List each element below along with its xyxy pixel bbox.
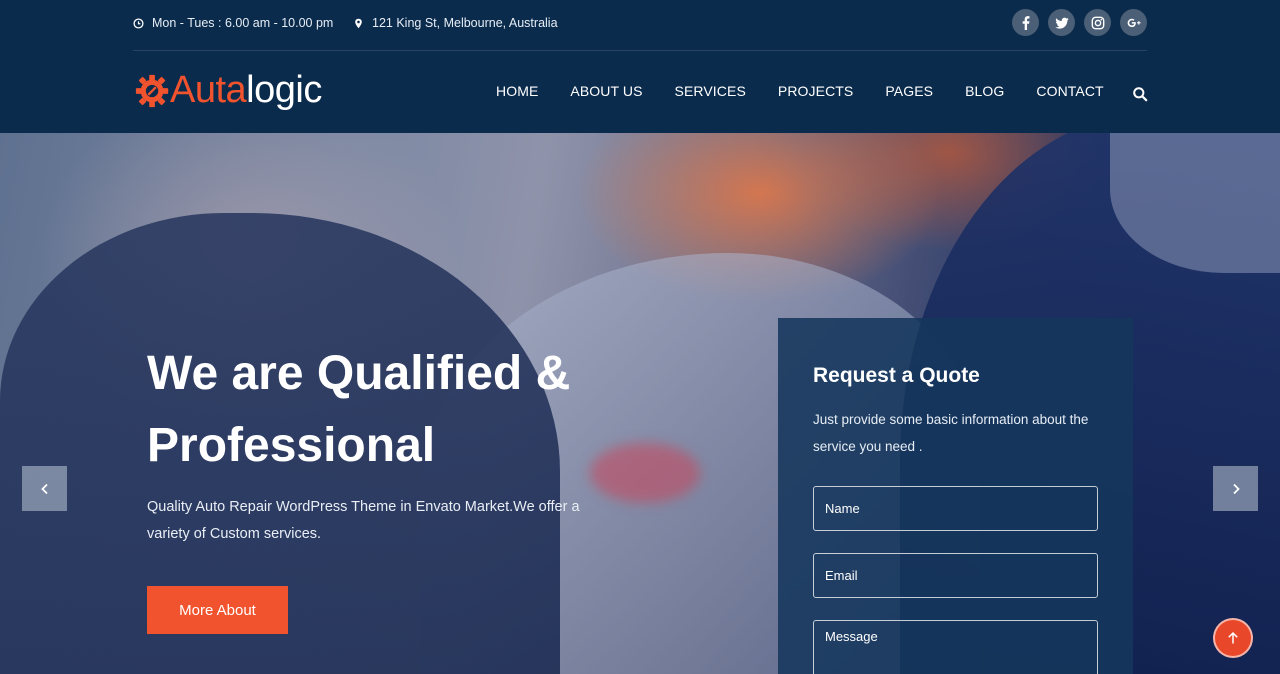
twitter-icon bbox=[1054, 17, 1069, 29]
facebook-link[interactable] bbox=[1012, 9, 1039, 36]
hero-subtitle: Quality Auto Repair WordPress Theme in E… bbox=[147, 499, 580, 542]
quote-description: Just provide some basic information abou… bbox=[813, 412, 1089, 454]
quote-title: Request a Quote bbox=[813, 364, 980, 387]
scroll-to-top-button[interactable] bbox=[1213, 618, 1253, 658]
slider-next-button[interactable] bbox=[1213, 466, 1258, 511]
clock-icon bbox=[133, 17, 144, 29]
logo-text-main: logic bbox=[246, 69, 322, 111]
message-field[interactable] bbox=[813, 620, 1098, 674]
hero-title-line1: We are Qualified & bbox=[147, 347, 571, 400]
request-quote-panel: Request a Quote Just provide some basic … bbox=[778, 318, 1133, 674]
main-header: Autalogic HOME ABOUT US SERVICES PROJECT… bbox=[0, 51, 1280, 133]
hero-title: We are Qualified & Professional bbox=[147, 338, 747, 482]
top-bar: Mon - Tues : 6.00 am - 10.00 pm 121 King… bbox=[0, 0, 1280, 50]
nav-contact[interactable]: CONTACT bbox=[1036, 83, 1103, 99]
opening-hours-text: Mon - Tues : 6.00 am - 10.00 pm bbox=[152, 16, 334, 30]
more-about-button[interactable]: More About bbox=[147, 586, 288, 634]
arrow-up-icon bbox=[1228, 631, 1238, 644]
google-plus-link[interactable] bbox=[1120, 9, 1147, 36]
instagram-icon bbox=[1091, 16, 1104, 29]
nav-projects[interactable]: PROJECTS bbox=[778, 83, 853, 99]
address-text: 121 King St, Melbourne, Australia bbox=[372, 16, 558, 30]
logo-text-accent: Auta bbox=[170, 69, 247, 111]
hero-title-line2: Professional bbox=[147, 419, 436, 472]
social-links bbox=[1012, 9, 1147, 36]
search-icon[interactable] bbox=[1132, 86, 1148, 102]
nav-services[interactable]: SERVICES bbox=[675, 83, 746, 99]
chevron-right-icon bbox=[1232, 483, 1240, 494]
twitter-link[interactable] bbox=[1048, 9, 1075, 36]
nav-blog[interactable]: BLOG bbox=[965, 83, 1004, 99]
email-field[interactable] bbox=[813, 553, 1098, 598]
instagram-link[interactable] bbox=[1084, 9, 1111, 36]
opening-hours: Mon - Tues : 6.00 am - 10.00 pm bbox=[133, 16, 333, 30]
name-field[interactable] bbox=[813, 486, 1098, 531]
nav-about-us[interactable]: ABOUT US bbox=[570, 83, 642, 99]
slider-prev-button[interactable] bbox=[22, 466, 67, 511]
chevron-left-icon bbox=[40, 483, 48, 494]
facebook-icon bbox=[1022, 15, 1029, 30]
nav-pages[interactable]: PAGES bbox=[885, 83, 933, 99]
site-logo[interactable]: Autalogic bbox=[134, 69, 322, 112]
nav-home[interactable]: HOME bbox=[496, 83, 538, 99]
address: 121 King St, Melbourne, Australia bbox=[353, 16, 558, 30]
main-nav: HOME ABOUT US SERVICES PROJECTS PAGES BL… bbox=[496, 83, 1136, 99]
google-plus-icon bbox=[1127, 18, 1141, 27]
logo-text: Autalogic bbox=[170, 69, 322, 112]
gear-wrench-icon bbox=[135, 74, 169, 107]
map-pin-icon bbox=[355, 18, 362, 28]
